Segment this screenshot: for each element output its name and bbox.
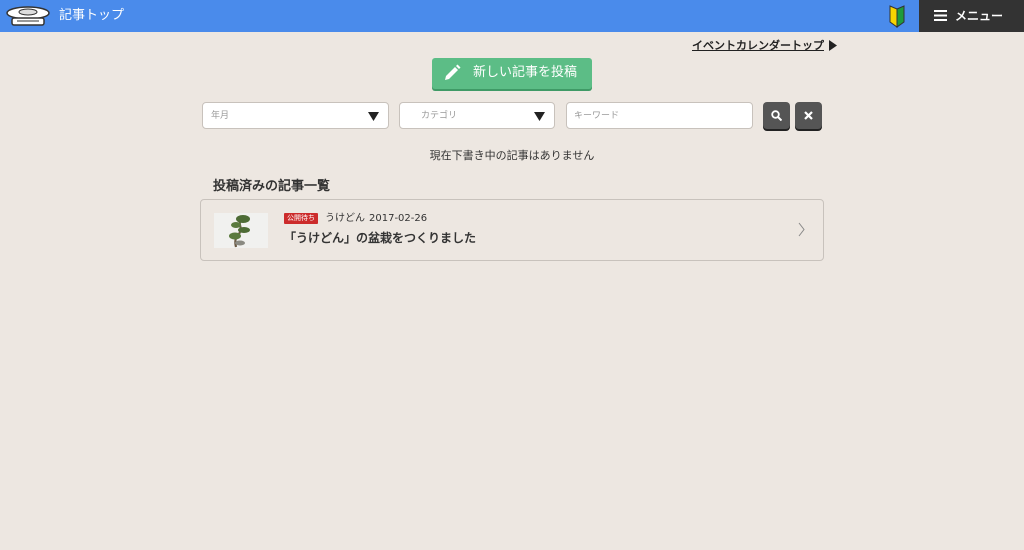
page-title: 記事トップ: [59, 8, 125, 23]
caret-down-icon: [368, 112, 379, 121]
article-date: 2017-02-26: [369, 213, 428, 224]
chevron-right-icon: [798, 222, 805, 237]
status-badge: 公開待ち: [284, 213, 318, 224]
mushroom-logo-icon[interactable]: [5, 4, 51, 28]
menu-label: メニュー: [955, 9, 1004, 23]
hamburger-icon: [934, 10, 947, 21]
posted-articles-title: 投稿済みの記事一覧: [213, 179, 331, 194]
search-icon: [771, 110, 782, 121]
article-author: うけどん: [325, 213, 365, 224]
month-select[interactable]: 年月: [202, 102, 389, 129]
month-select-placeholder: 年月: [211, 111, 230, 121]
no-draft-message: 現在下書き中の記事はありません: [429, 149, 595, 162]
new-post-button[interactable]: 新しい記事を投稿: [432, 58, 592, 89]
header-bar: 記事トップ メニュー: [0, 0, 1024, 32]
category-select-placeholder: カテゴリ: [421, 111, 458, 121]
keyword-placeholder: キーワード: [574, 111, 620, 121]
article-title: 「うけどん」の盆栽をつくりました: [284, 231, 477, 245]
clear-button[interactable]: [795, 102, 822, 129]
caret-down-icon: [534, 112, 545, 121]
category-select[interactable]: カテゴリ: [399, 102, 555, 129]
event-calendar-link[interactable]: イベントカレンダートップ: [692, 39, 824, 53]
beginner-mark-icon: [889, 5, 905, 28]
new-post-label: 新しい記事を投稿: [473, 65, 578, 80]
triangle-right-icon: [829, 40, 837, 51]
close-icon: [804, 111, 813, 120]
search-button[interactable]: [763, 102, 790, 129]
pencil-icon: [445, 64, 461, 80]
keyword-input[interactable]: キーワード: [566, 102, 753, 129]
article-list-item[interactable]: 公開待ち うけどん 2017-02-26 「うけどん」の盆栽をつくりました: [200, 199, 824, 261]
bonsai-thumbnail: [214, 213, 268, 248]
menu-button[interactable]: メニュー: [919, 0, 1024, 32]
